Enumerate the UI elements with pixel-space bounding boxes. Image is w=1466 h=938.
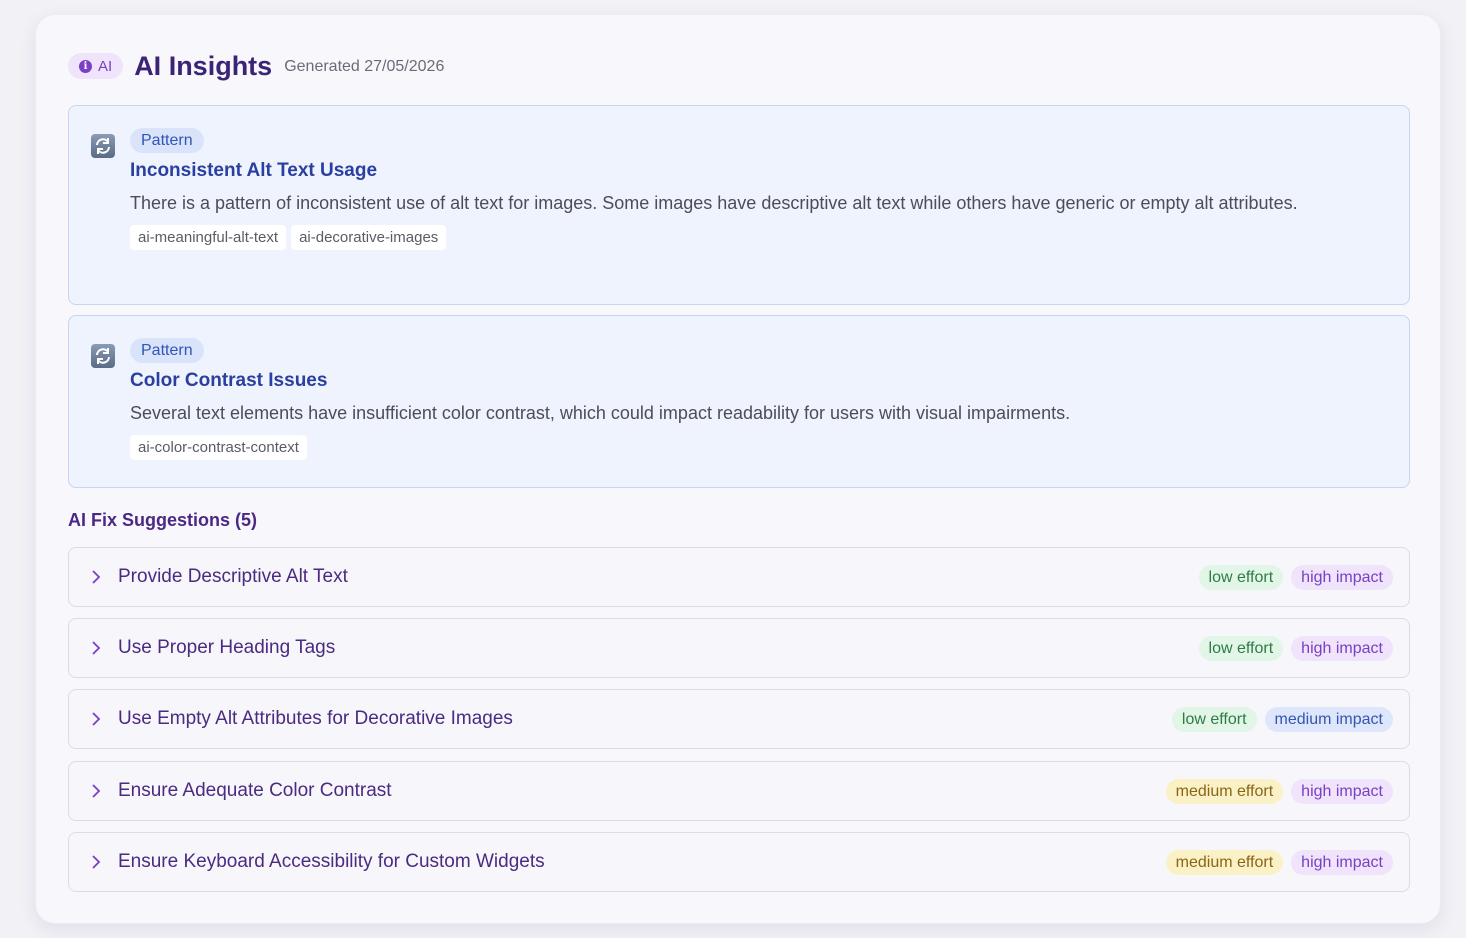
insight-title: Inconsistent Alt Text Usage [130,160,378,181]
fix-suggestion-title: Ensure Keyboard Accessibility for Custom… [118,851,545,872]
ai-badge-label: AI [98,57,113,75]
ai-insights-card: i AI AI Insights Generated 27/05/2026 Pa… [35,14,1441,924]
refresh-icon [91,134,115,158]
insight-type-pill: Pattern [130,128,204,153]
fix-suggestion-title: Provide Descriptive Alt Text [118,566,348,587]
impact-badge: high impact [1291,564,1393,590]
insight-title: Color Contrast Issues [130,370,328,391]
impact-badge: high impact [1291,635,1393,661]
effort-badge: medium effort [1165,849,1284,875]
chevron-right-icon [89,570,103,584]
effort-badge: medium effort [1165,778,1284,804]
insight-description: Several text elements have insufficient … [130,403,1071,423]
fix-suggestion-row[interactable]: Use Proper Heading Tags low effort high … [68,618,1410,678]
chevron-right-icon [89,712,103,726]
fix-suggestions-heading: AI Fix Suggestions (5) [68,510,258,530]
page-title: AI Insights [134,50,273,81]
fix-suggestion-row[interactable]: Ensure Keyboard Accessibility for Custom… [68,832,1410,892]
fix-suggestion-title: Use Proper Heading Tags [118,637,336,658]
chevron-right-icon [89,855,103,869]
impact-badge: medium impact [1264,706,1393,732]
fix-suggestion-row[interactable]: Provide Descriptive Alt Text low effort … [68,547,1410,607]
insight-tag: ai-color-contrast-context [130,435,307,460]
ai-badge: i AI [68,53,124,79]
chevron-right-icon [89,784,103,798]
impact-badge: high impact [1291,849,1393,875]
fix-suggestion-title: Use Empty Alt Attributes for Decorative … [118,708,513,729]
fix-suggestion-title: Ensure Adequate Color Contrast [118,780,392,801]
chevron-right-icon [89,641,103,655]
insight-tags: ai-meaningful-alt-text ai-decorative-ima… [130,225,1349,250]
insight-card: Pattern Inconsistent Alt Text Usage Ther… [68,105,1410,305]
effort-badge: low effort [1171,706,1257,732]
info-icon: i [79,59,92,73]
header: i AI AI Insights Generated 27/05/2026 [68,48,444,84]
insight-tag: ai-meaningful-alt-text [130,225,287,250]
impact-badge: high impact [1291,778,1393,804]
insight-tags: ai-color-contrast-context [130,435,1349,460]
insight-card: Pattern Color Contrast Issues Several te… [68,315,1410,488]
insight-description: There is a pattern of inconsistent use o… [130,193,1298,213]
generated-date: Generated 27/05/2026 [284,58,445,75]
refresh-icon [91,344,115,368]
effort-badge: low effort [1198,564,1284,590]
fix-suggestion-row[interactable]: Use Empty Alt Attributes for Decorative … [68,689,1410,749]
insight-tag: ai-decorative-images [291,225,447,250]
insight-type-pill: Pattern [130,338,204,363]
effort-badge: low effort [1198,635,1284,661]
fix-suggestion-row[interactable]: Ensure Adequate Color Contrast medium ef… [68,761,1410,821]
